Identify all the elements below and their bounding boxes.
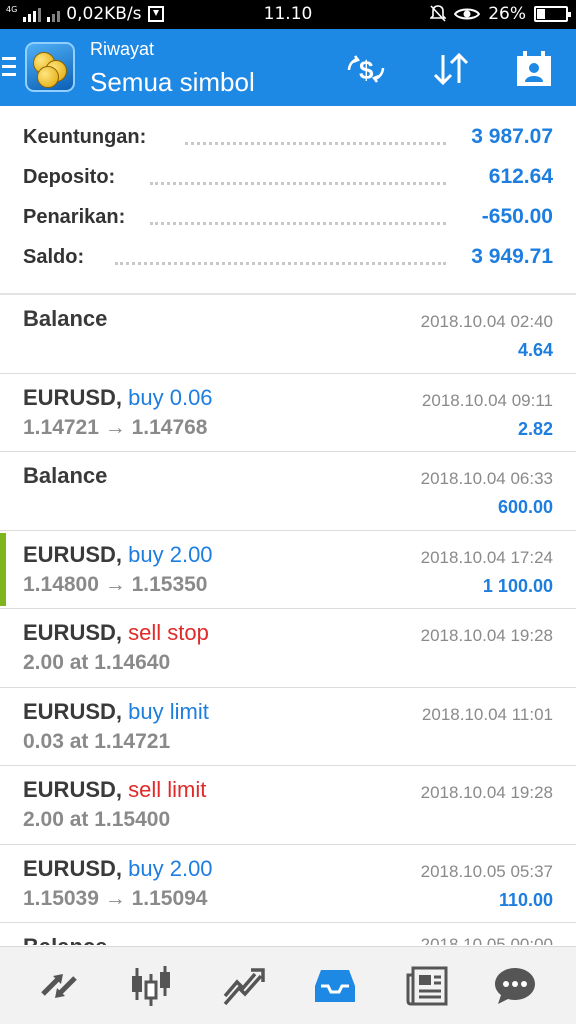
silent-bell-icon — [430, 5, 447, 22]
summary-row-deposit: Deposito: 612.64 — [0, 158, 576, 198]
summary-label: Deposito: — [23, 166, 116, 188]
calendar-icon[interactable] — [512, 47, 556, 91]
app-logo[interactable] — [25, 42, 75, 92]
header-title[interactable]: Semua simbol — [90, 67, 255, 98]
item-symbol: EURUSD, — [23, 541, 123, 567]
history-inbox-icon[interactable] — [310, 961, 360, 1011]
item-amount: 110.00 — [498, 889, 553, 910]
item-symbol: EURUSD, — [23, 855, 123, 881]
item-detail: 0.03 at 1.14721 — [23, 729, 171, 753]
dollar-swap-icon[interactable]: $ — [344, 47, 388, 91]
item-symbol: EURUSD, — [23, 620, 123, 645]
app-bar: Riwayat Semua simbol $ — [0, 29, 576, 106]
item-title: Balance — [23, 306, 107, 332]
chart-candles-icon[interactable] — [126, 961, 176, 1011]
item-detail: 2.00 at 1.15400 — [23, 808, 171, 831]
battery-icon — [534, 6, 571, 22]
menu-icon[interactable] — [2, 57, 16, 81]
item-type: buy 2.00 — [128, 541, 213, 567]
item-title: EURUSD, buy 2.00 — [23, 542, 213, 568]
sort-icon[interactable] — [429, 47, 473, 91]
item-amount: 4.64 — [517, 340, 553, 360]
item-symbol: Balance — [23, 934, 107, 945]
news-icon[interactable] — [402, 961, 452, 1011]
battery-percent: 26% — [488, 4, 526, 24]
item-type: buy 2.00 — [128, 855, 213, 881]
summary-value: -650.00 — [481, 205, 553, 228]
summary-row-balance: Saldo: 3 949.71 — [0, 238, 576, 278]
summary-label: Penarikan: — [23, 206, 126, 228]
item-title: Balance — [23, 463, 107, 489]
item-time: 2018.10.04 17:24 — [420, 547, 553, 567]
item-title: EURUSD, sell limit — [23, 777, 206, 803]
item-amount: 600.00 — [497, 497, 553, 517]
dotted-leader — [185, 142, 446, 145]
item-detail: 2.00 at 1.14640 — [23, 651, 171, 674]
eye-icon — [454, 8, 481, 20]
summary-panel: Keuntungan: 3 987.07 Deposito: 612.64 Pe… — [0, 118, 576, 278]
history-item-order[interactable]: EURUSD, sell stop 2.00 at 1.14640 2018.1… — [0, 609, 576, 688]
dotted-leader — [115, 262, 446, 265]
quotes-icon[interactable] — [34, 961, 84, 1011]
item-time: 2018.10.05 05:37 — [420, 861, 553, 881]
svg-text:$: $ — [359, 55, 374, 85]
summary-value: 612.64 — [488, 165, 553, 188]
item-time: 2018.10.04 11:01 — [421, 704, 553, 724]
item-time: 2018.10.04 19:28 — [420, 783, 553, 802]
item-title: EURUSD, sell stop — [23, 620, 209, 646]
item-symbol: Balance — [23, 306, 108, 331]
history-item-order[interactable]: EURUSD, sell limit 2.00 at 1.15400 2018.… — [0, 766, 576, 845]
history-item-balance[interactable]: Balance 2018.10.04 02:40 4.64 — [0, 295, 576, 374]
item-title: EURUSD, buy 0.06 — [23, 385, 213, 411]
item-title: EURUSD, buy 2.00 — [23, 856, 213, 882]
item-time: 2018.10.04 02:40 — [420, 312, 553, 331]
history-item-order[interactable]: EURUSD, buy limit 0.03 at 1.14721 2018.1… — [0, 688, 576, 766]
history-item-deal[interactable]: EURUSD, buy 2.00 1.15039 → 1.15094 2018.… — [0, 845, 576, 923]
header-subtitle: Riwayat — [90, 39, 155, 59]
summary-label: Saldo: — [23, 246, 85, 268]
summary-row-profit: Keuntungan: 3 987.07 — [0, 118, 576, 158]
status-bar: 4G 0,02KB/s 11.10 26% — [0, 0, 576, 29]
item-type: sell stop — [128, 620, 209, 645]
item-title: Balance — [23, 934, 107, 945]
item-detail: 1.14721 → 1.14768 — [23, 415, 208, 439]
item-detail: 1.14800 → 1.15350 — [23, 572, 208, 596]
history-list[interactable]: Balance 2018.10.04 02:40 4.64 EURUSD, bu… — [0, 295, 576, 945]
item-amount: 1 100.00 — [482, 575, 553, 596]
item-symbol: Balance — [23, 463, 108, 488]
dotted-leader — [150, 182, 446, 185]
item-type: sell limit — [128, 777, 207, 802]
item-title: EURUSD, buy limit — [23, 699, 209, 725]
item-type: buy 0.06 — [128, 384, 213, 410]
item-time: 2018.10.04 09:11 — [421, 390, 553, 410]
item-detail: 1.15039 → 1.15094 — [23, 886, 208, 910]
history-item-balance[interactable]: Balance 2018.10.05 00:00 — [0, 923, 576, 945]
item-time: 2018.10.04 19:28 — [420, 626, 553, 645]
item-type: buy limit — [128, 698, 209, 724]
chat-icon[interactable] — [490, 961, 540, 1011]
item-symbol: EURUSD, — [23, 698, 123, 724]
item-symbol: EURUSD, — [23, 384, 123, 410]
summary-value: 3 949.71 — [471, 245, 553, 268]
item-time: 2018.10.04 06:33 — [420, 469, 553, 488]
item-time: 2018.10.05 00:00 — [420, 935, 553, 945]
summary-row-withdrawal: Penarikan: -650.00 — [0, 198, 576, 238]
history-item-deal-selected[interactable]: EURUSD, buy 2.00 1.14800 → 1.15350 2018.… — [0, 531, 576, 609]
item-amount: 2.82 — [517, 418, 553, 439]
trade-icon[interactable] — [218, 961, 268, 1011]
history-item-deal[interactable]: EURUSD, buy 0.06 1.14721 → 1.14768 2018.… — [0, 374, 576, 452]
item-symbol: EURUSD, — [23, 777, 123, 802]
dotted-leader — [150, 222, 446, 225]
history-item-balance[interactable]: Balance 2018.10.04 06:33 600.00 — [0, 452, 576, 531]
bottom-nav — [0, 946, 576, 1024]
summary-label: Keuntungan: — [23, 126, 147, 148]
summary-value: 3 987.07 — [471, 125, 553, 148]
